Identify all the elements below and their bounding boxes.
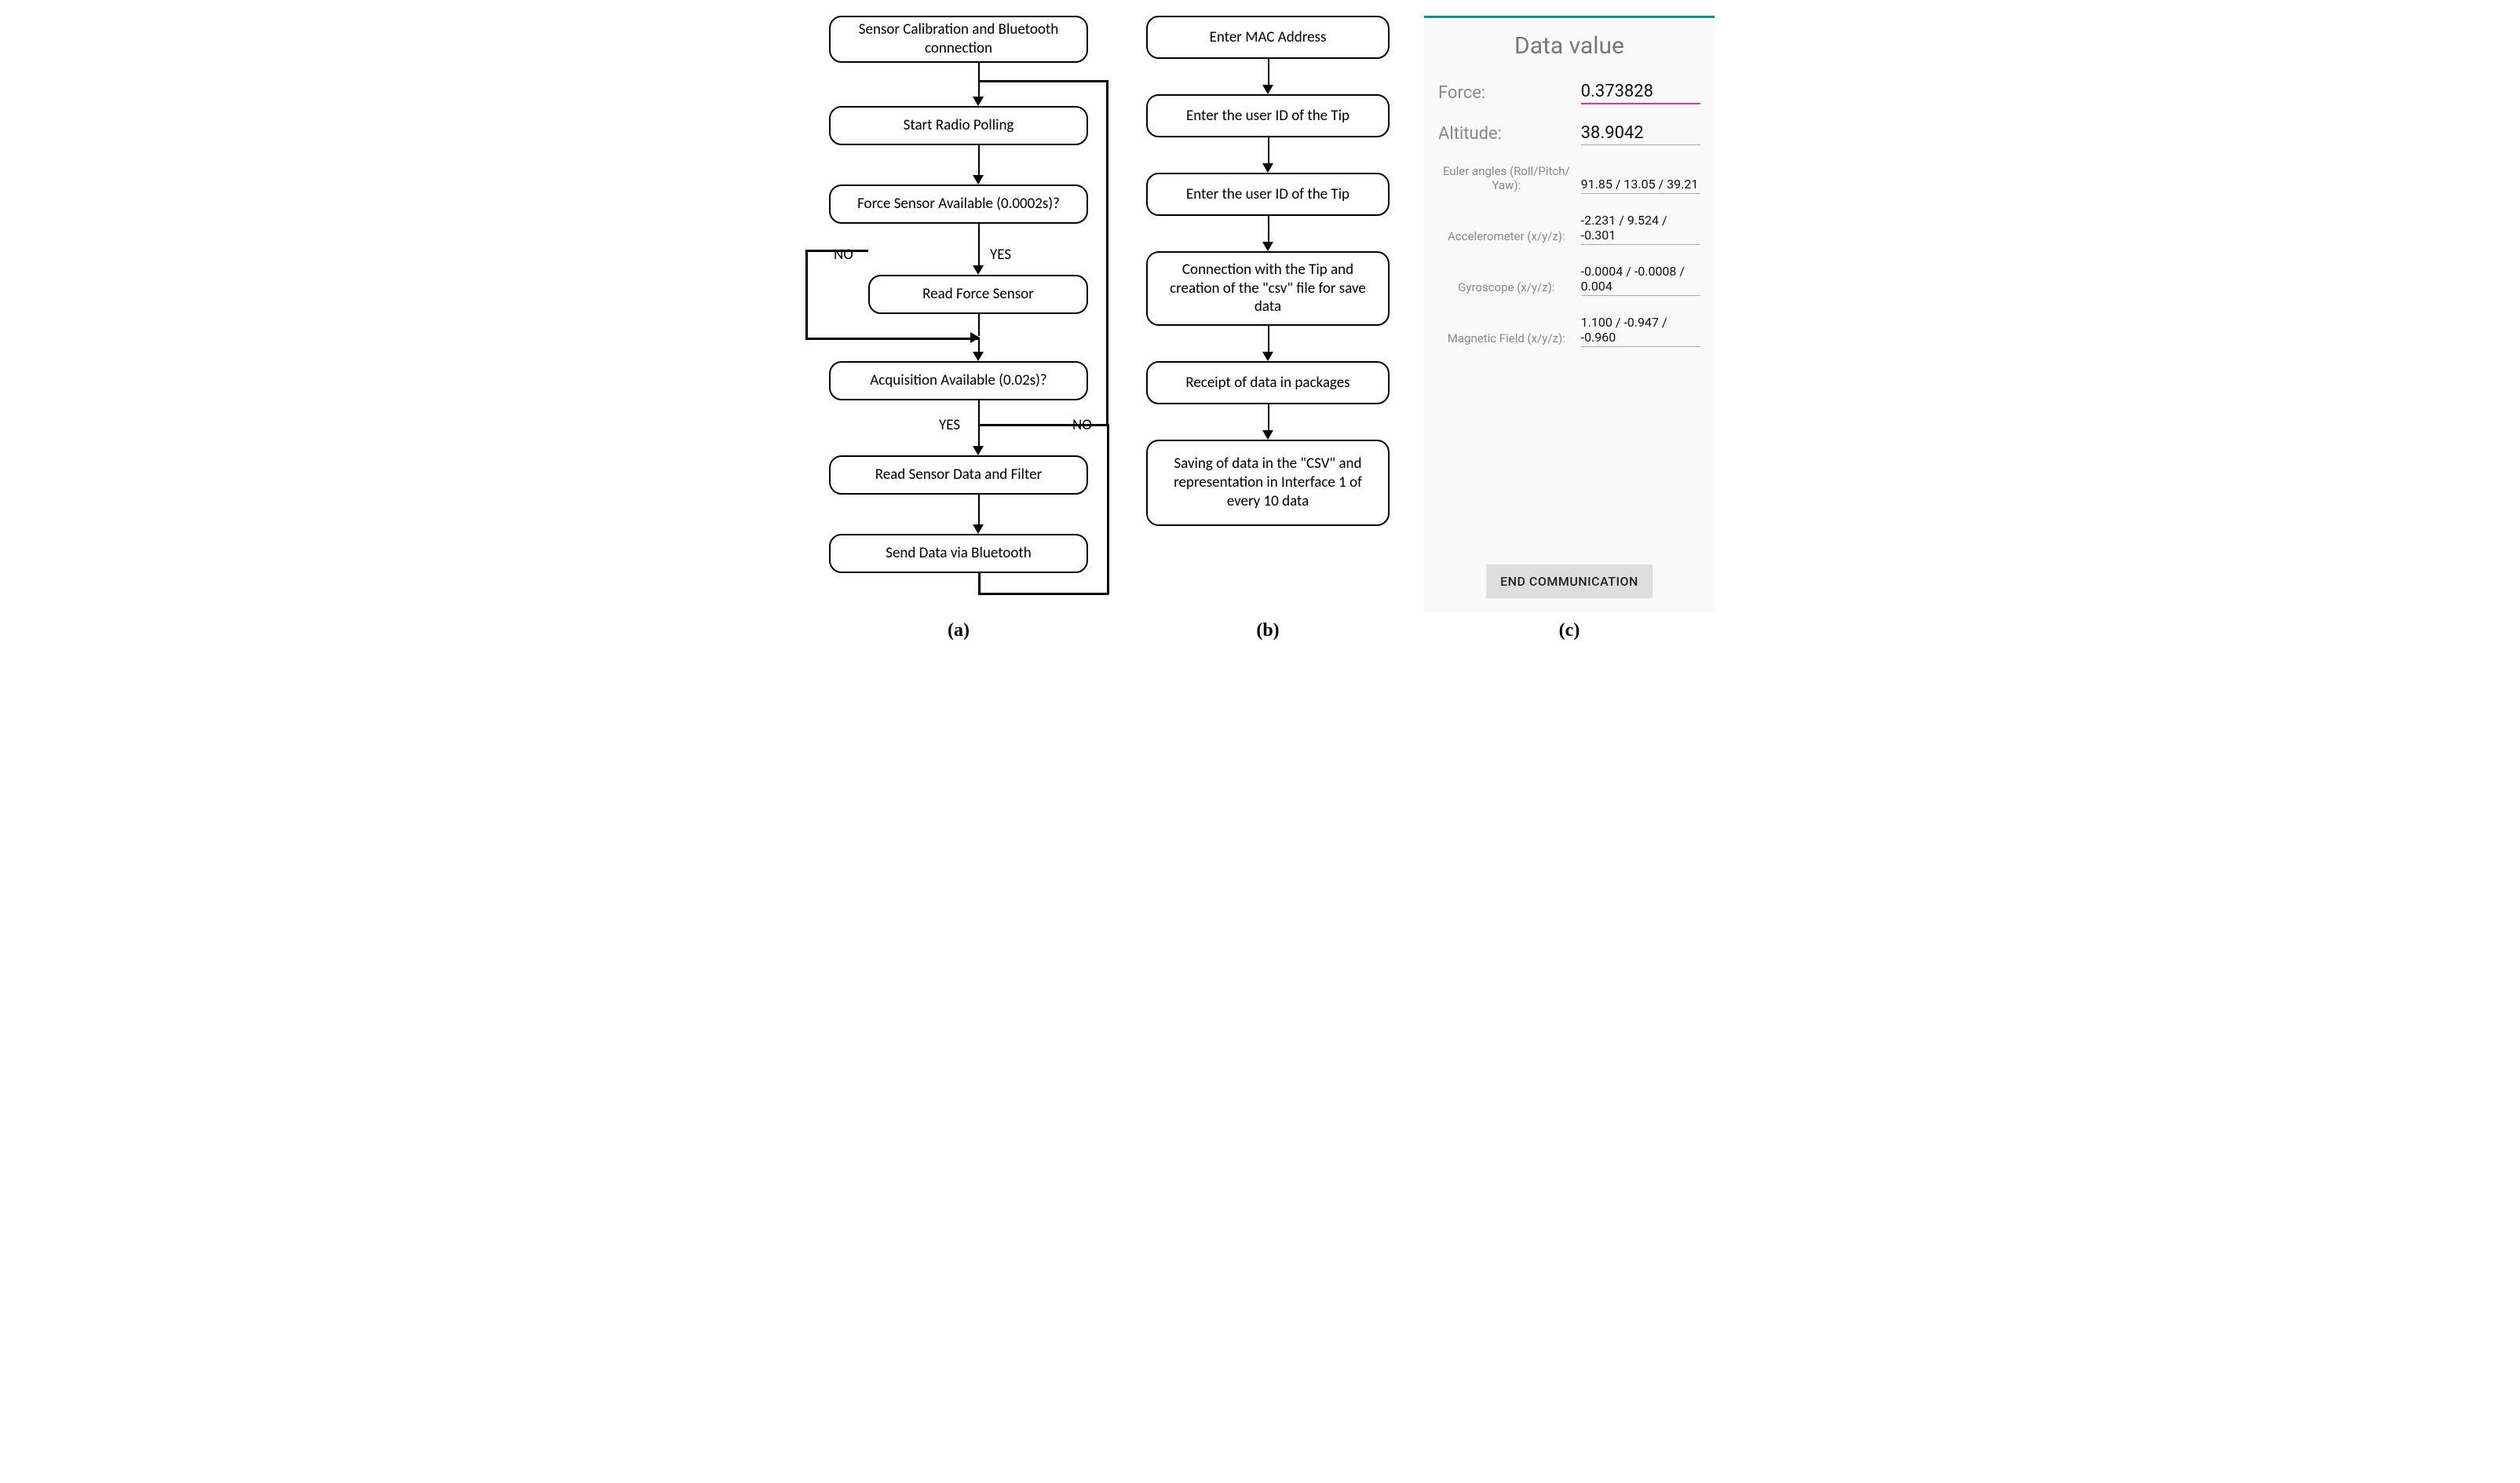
decision-label-yes: YES [939,416,960,434]
decision-label-no: NO [1072,416,1092,434]
arrow-head-icon [973,97,984,106]
data-row-accelerometer: Accelerometer (x/y/z): -2.231 / 9.524 / … [1438,213,1700,245]
decision-label-no: NO [834,246,853,264]
app-title: Data value [1438,32,1700,60]
value-magnetic: 1.100 / -0.947 / -0.960 [1581,315,1700,347]
data-row-magnetic: Magnetic Field (x/y/z): 1.100 / -0.947 /… [1438,315,1700,347]
label-altitude: Altitude: [1438,124,1575,145]
panel-b: Enter MAC Address Enter the user ID of t… [1130,16,1405,641]
data-row-euler: Euler angles (Roll/Pitch/ Yaw): 91.85 / … [1438,164,1700,194]
panel-a: Sensor Calibration and Bluetooth connect… [805,16,1112,641]
node-enter-user-id-1: Enter the user ID of the Tip [1146,94,1390,137]
figure-container: Sensor Calibration and Bluetooth connect… [16,16,2504,641]
node-read-sensor-data-filter: Read Sensor Data and Filter [829,455,1088,495]
node-receipt-data: Receipt of data in packages [1146,361,1390,404]
node-connection-csv: Connection with the Tip and creation of … [1146,251,1390,326]
branch-line [1106,80,1108,426]
branch-line [978,593,1108,595]
node-start-radio-polling: Start Radio Polling [829,106,1088,145]
arrow-line [1268,404,1269,430]
arrow-head-icon [973,524,984,534]
branch-line [978,573,981,593]
arrow-line [1268,326,1269,352]
arrow-line [1268,59,1269,85]
arrow-line [1268,216,1269,242]
value-gyroscope: -0.0004 / -0.0008 / 0.004 [1581,264,1700,296]
node-read-force-sensor: Read Force Sensor [868,275,1088,314]
node-acquisition-available: Acquisition Available (0.02s)? [829,361,1088,400]
node-enter-user-id-2: Enter the user ID of the Tip [1146,173,1390,216]
flowchart-b: Enter MAC Address Enter the user ID of t… [1130,16,1405,612]
node-enter-mac: Enter MAC Address [1146,16,1390,59]
arrow-head-icon [973,352,984,361]
branch-line [978,80,1108,82]
arrow-head-icon [1262,242,1273,251]
end-communication-button[interactable]: END COMMUNICATION [1486,564,1653,598]
arrow-line [978,338,980,352]
arrow-head-icon [973,265,984,275]
arrow-head-icon [973,446,984,455]
arrow-head-icon [1262,352,1273,361]
branch-line [1107,424,1109,594]
value-euler: 91.85 / 13.05 / 39.21 [1581,177,1700,194]
arrow-head-icon [1262,430,1273,440]
arrow-line [978,145,980,175]
panel-caption-a: (a) [948,620,970,641]
label-magnetic: Magnetic Field (x/y/z): [1438,331,1575,347]
arrow-line [978,63,980,80]
panel-caption-c: (c) [1559,620,1580,641]
arrow-line [978,400,980,446]
branch-line [805,250,808,339]
node-force-sensor-available: Force Sensor Available (0.0002s)? [829,184,1088,224]
arrow-head-icon [1262,85,1273,94]
node-saving-csv-interface: Saving of data in the "CSV" and represen… [1146,440,1390,526]
arrow-line [978,224,980,265]
label-accelerometer: Accelerometer (x/y/z): [1438,229,1575,245]
data-row-force: Force: 0.373828 [1438,82,1700,104]
data-row-gyroscope: Gyroscope (x/y/z): -0.0004 / -0.0008 / 0… [1438,264,1700,296]
app-screen: Data value Force: 0.373828 Altitude: 38.… [1424,16,1715,612]
branch-line [805,338,978,340]
node-sensor-calibration: Sensor Calibration and Bluetooth connect… [829,16,1088,63]
panel-caption-b: (b) [1256,620,1279,641]
arrow-head-icon [973,175,984,184]
data-row-altitude: Altitude: 38.9042 [1438,123,1700,145]
arrow-line [978,495,980,524]
panel-c: Data value Force: 0.373828 Altitude: 38.… [1424,16,1715,641]
flowchart-a: Sensor Calibration and Bluetooth connect… [805,16,1112,612]
arrow-head-icon [1262,163,1273,173]
label-euler: Euler angles (Roll/Pitch/ Yaw): [1438,164,1575,194]
arrow-line [1268,137,1269,163]
value-altitude: 38.9042 [1581,123,1700,145]
value-force: 0.373828 [1581,82,1700,104]
label-gyroscope: Gyroscope (x/y/z): [1438,280,1575,296]
node-send-data-bluetooth: Send Data via Bluetooth [829,534,1088,573]
value-accelerometer: -2.231 / 9.524 / -0.301 [1581,213,1700,245]
arrow-line [978,82,980,97]
label-force: Force: [1438,83,1575,104]
decision-label-yes: YES [990,246,1011,264]
